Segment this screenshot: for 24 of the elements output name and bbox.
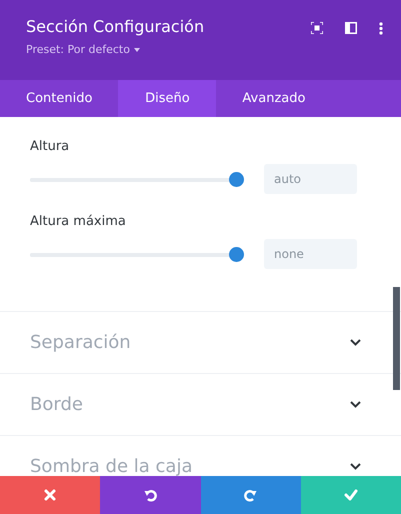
caret-icon [134,48,140,52]
check-icon [344,488,358,502]
tab[interactable]: Contenido [0,80,118,117]
tab[interactable]: Diseño [118,80,216,117]
slider-thumb[interactable] [229,246,244,262]
slider-label: Altura [30,139,70,154]
close-icon [43,488,58,502]
undo-icon [143,488,158,502]
section-title: Separación [30,332,131,353]
tab[interactable]: Avanzado [216,80,332,117]
value-field[interactable]: none [264,239,357,269]
section-title: Borde [30,394,83,415]
scrollbar[interactable] [393,287,400,390]
expand-icon[interactable] [311,22,323,34]
panel-title: Sección Configuración [26,17,204,36]
value-field[interactable]: auto [264,164,357,194]
section-title: Sombra de la caja [30,456,192,476]
slider-thumb[interactable] [229,172,244,186]
slider-label: Altura máxima [30,214,127,229]
redo-icon [244,488,258,502]
sidebar-icon[interactable] [345,22,357,34]
preset-dropdown[interactable]: Preset: Por defecto [26,43,204,56]
cancel-button[interactable] [0,476,100,514]
more-icon[interactable] [379,22,383,35]
